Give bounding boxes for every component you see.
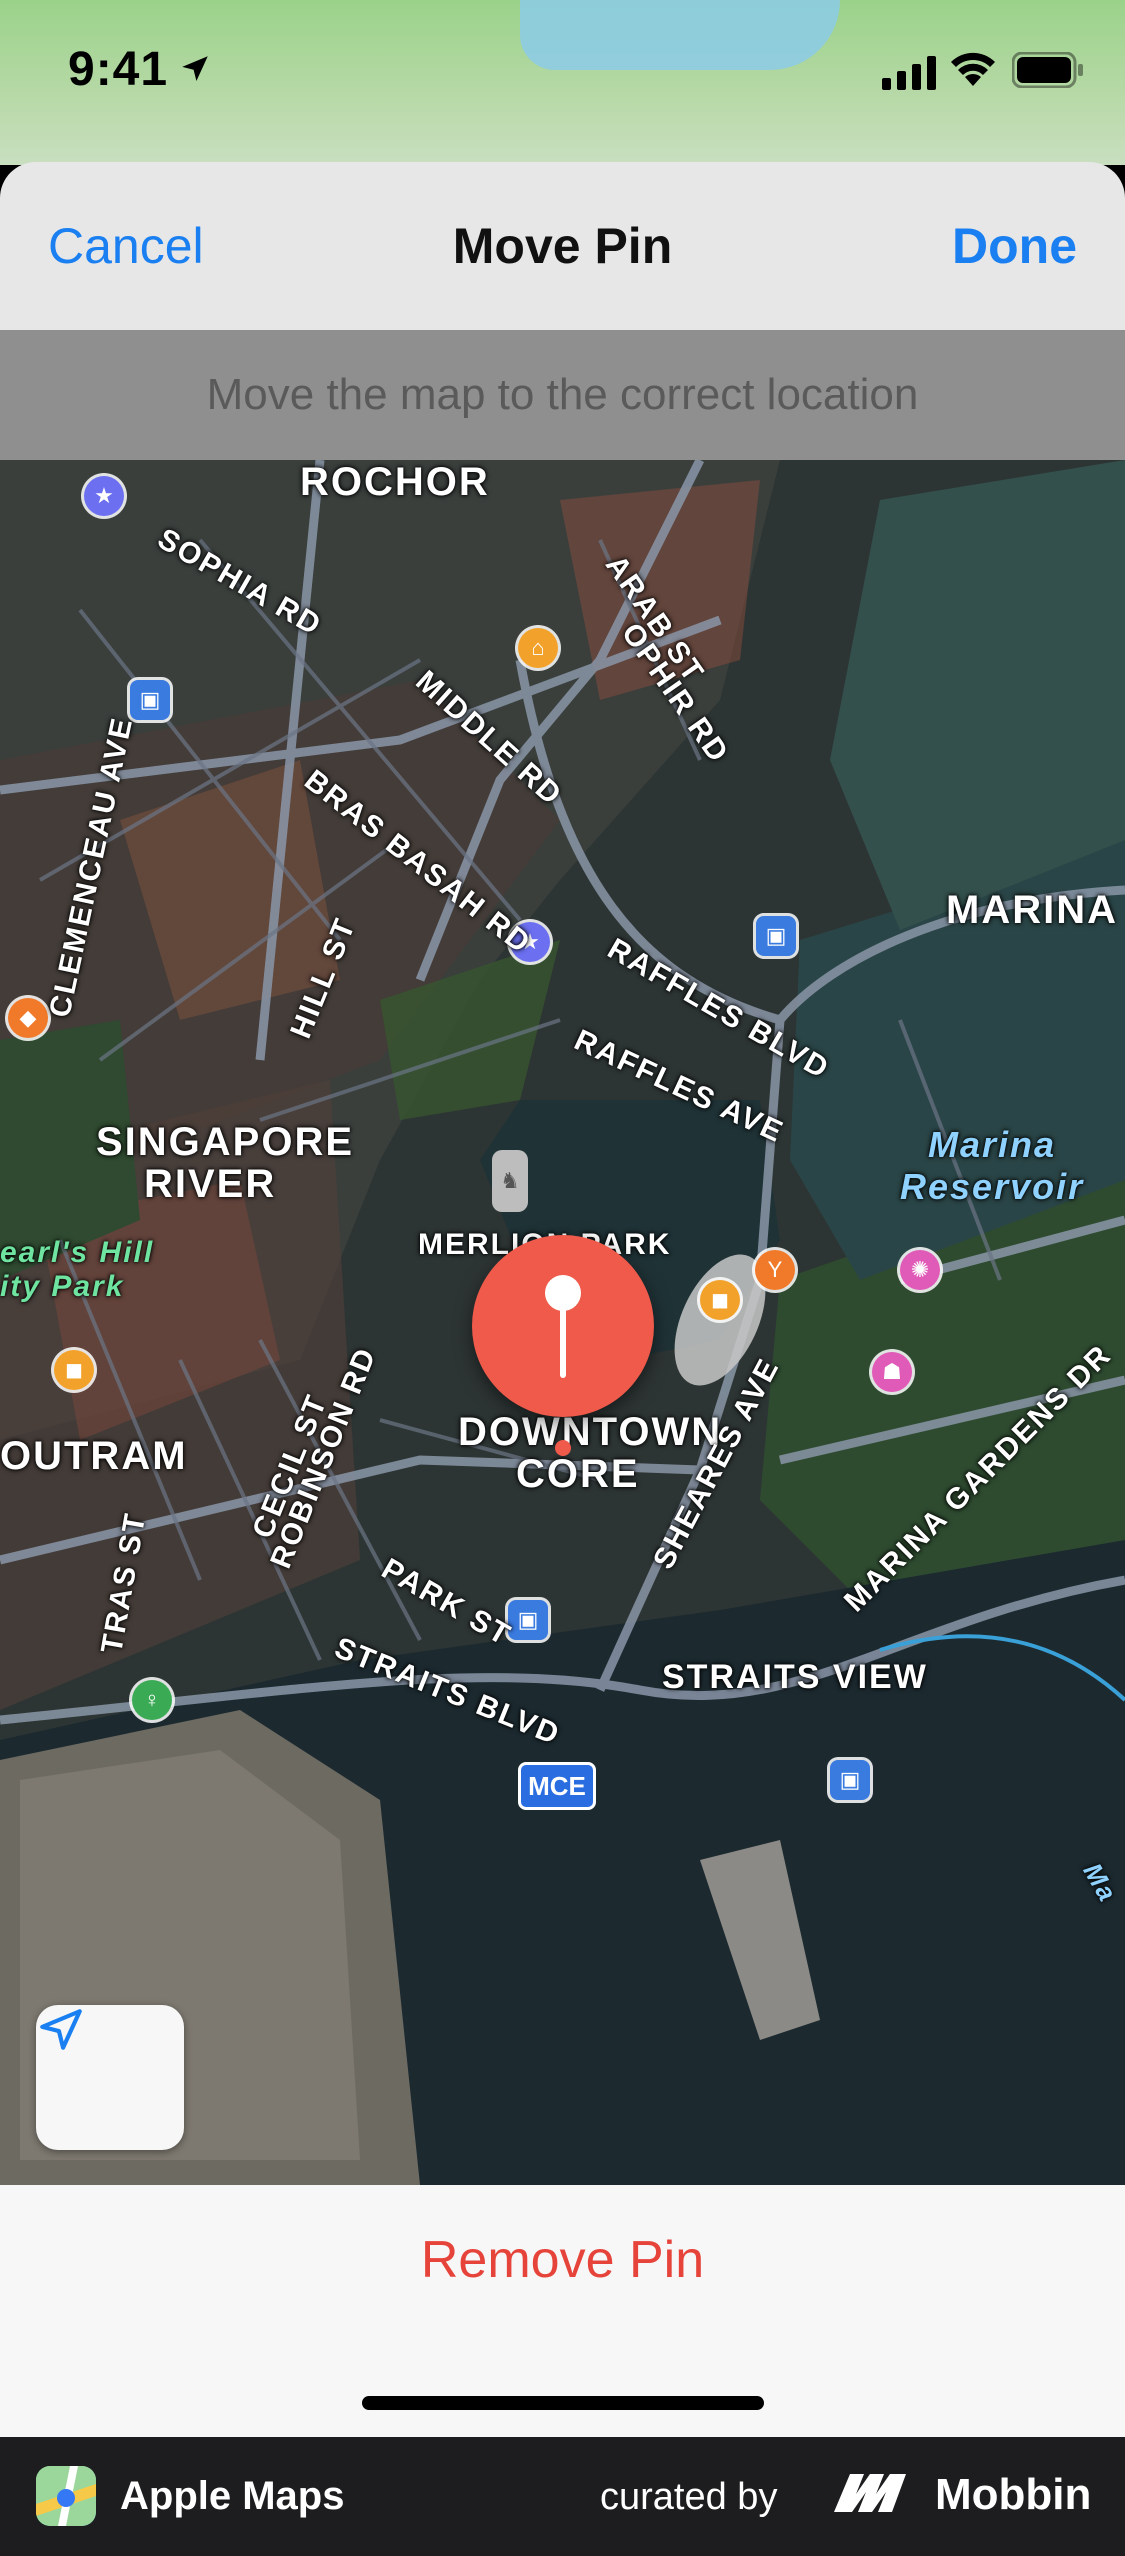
mobbin-logo-icon (834, 2474, 906, 2512)
poi-transit-icon[interactable]: ▣ (830, 1760, 870, 1800)
map-label: ity Park (0, 1270, 125, 1303)
map-pin-needle (560, 1300, 566, 1378)
poi-bar-icon[interactable]: Y (755, 1250, 795, 1290)
map-label: MARINA EA (946, 888, 1125, 932)
merlion-statue-icon[interactable]: ♞ (492, 1150, 528, 1212)
poi-shopping-icon[interactable]: ◼ (700, 1280, 740, 1320)
done-button[interactable]: Done (952, 217, 1077, 275)
footer-brand: Mobbin (935, 2470, 1092, 2519)
map-label: Marina (928, 1124, 1057, 1165)
map-label: DOWNTOWN (458, 1410, 723, 1454)
map-pin-point (555, 1440, 571, 1456)
poi-market-icon[interactable]: ⌂ (518, 628, 558, 668)
status-bar: 9:41 (0, 0, 1125, 140)
map-view[interactable]: ★ ▣ ⌂ ★ ▣ ◆ Y ◼ ✺ ☗ ◼ ▣ ♀ ▣ ♞ ROCHOR SOP… (0, 460, 1125, 2185)
poi-park-icon[interactable]: ♀ (132, 1680, 172, 1720)
home-indicator[interactable] (362, 2396, 764, 2410)
poi-landmark-icon[interactable]: ★ (84, 476, 124, 516)
remove-pin-button[interactable]: Remove Pin (0, 2230, 1125, 2290)
poi-transit-icon[interactable]: ▣ (756, 916, 796, 956)
current-location-button[interactable] (36, 2005, 184, 2150)
map-label: RIVER (144, 1162, 277, 1206)
map-label: OUTRAM (0, 1434, 188, 1478)
wifi-icon (951, 52, 995, 86)
poi-attraction-icon[interactable]: ✺ (900, 1250, 940, 1290)
poi-food-icon[interactable]: ◆ (8, 998, 48, 1038)
map-label: CORE (516, 1452, 640, 1496)
navigation-bar: Cancel Move Pin Done (0, 162, 1125, 331)
footer-app-name: Apple Maps (120, 2474, 345, 2518)
expressway-badge: MCE (518, 1762, 596, 1810)
instruction-banner: Move the map to the correct location (0, 330, 1125, 460)
poi-theater-icon[interactable]: ☗ (872, 1352, 912, 1392)
map-label: ROCHOR (300, 460, 490, 504)
map-label: SINGAPORE (96, 1120, 355, 1164)
map-label: Reservoir (900, 1166, 1085, 1207)
status-time: 9:41 (68, 43, 169, 96)
footer-curated-label: curated by (600, 2476, 778, 2518)
location-arrow-icon (40, 2009, 82, 2050)
battery-icon (1012, 52, 1083, 88)
location-arrow-icon (182, 56, 208, 82)
map-label: earl's Hill (0, 1236, 155, 1269)
apple-maps-app-icon (36, 2466, 96, 2526)
poi-shopping-icon[interactable]: ◼ (54, 1350, 94, 1390)
map-label: STRAITS VIEW (662, 1658, 928, 1696)
poi-transit-icon[interactable]: ▣ (130, 680, 170, 720)
poi-transit-icon[interactable]: ▣ (508, 1600, 548, 1640)
cellular-signal-icon (882, 56, 936, 90)
